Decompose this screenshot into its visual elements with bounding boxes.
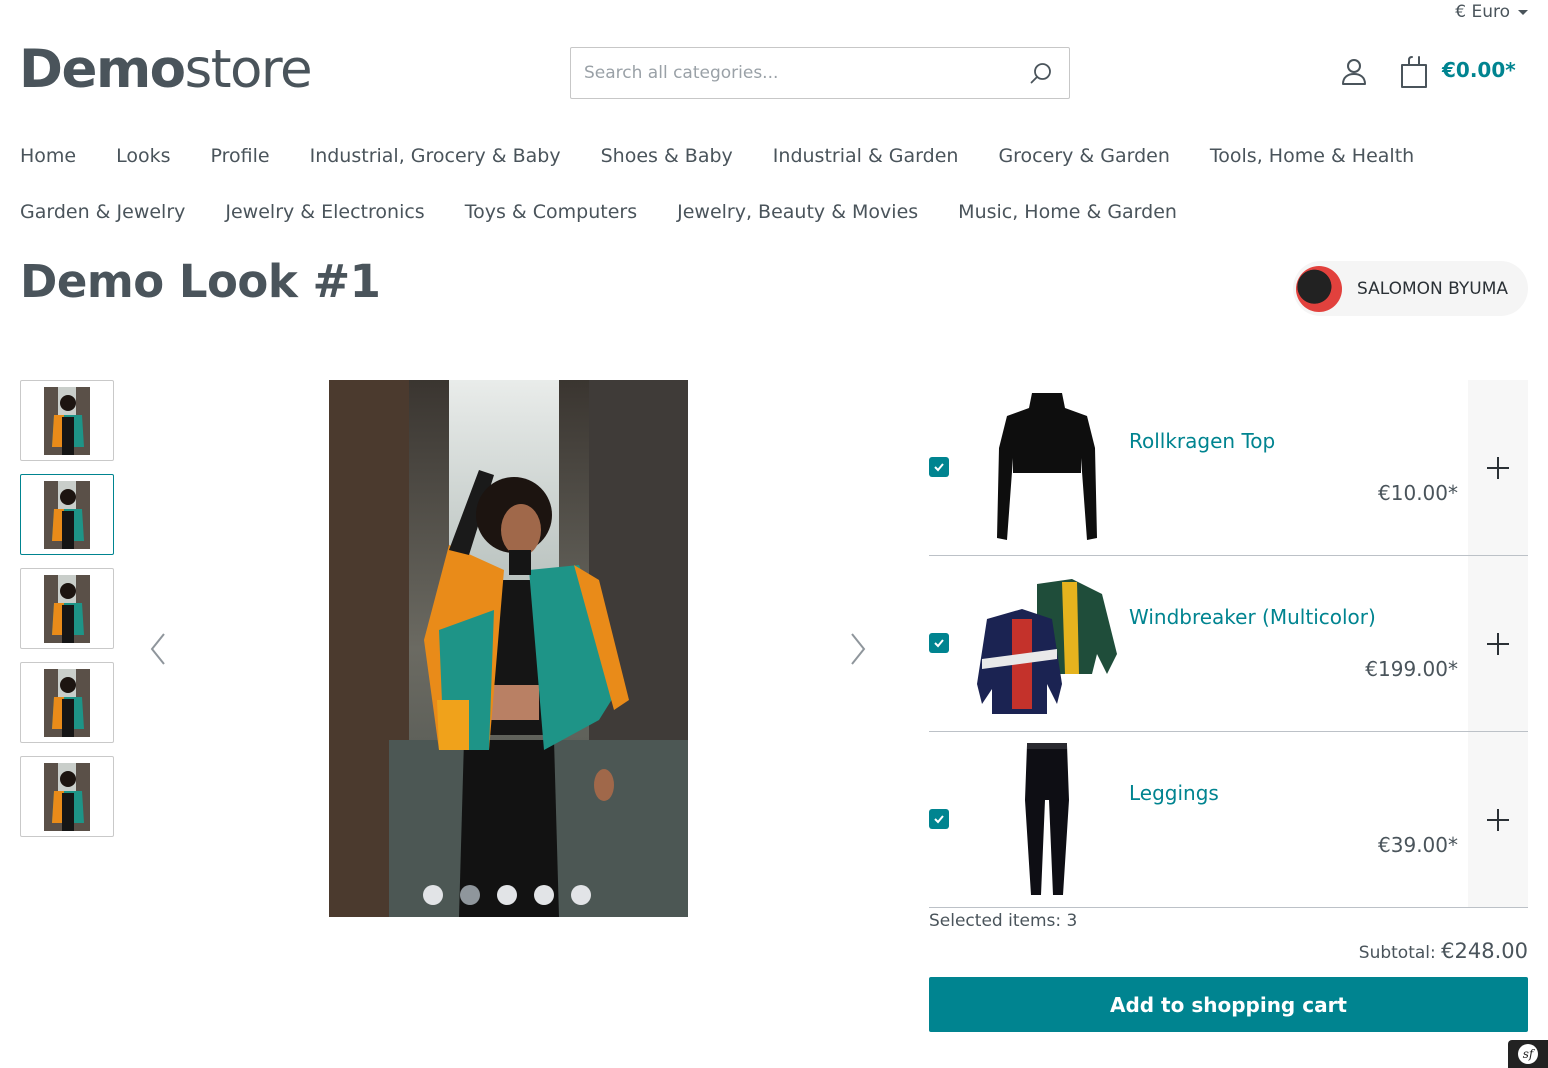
subtotal-label: Subtotal: <box>1358 943 1436 963</box>
nav-item-garden-jewelry[interactable]: Garden & Jewelry <box>20 201 185 223</box>
product-price: €10.00* <box>1378 481 1458 505</box>
plus-icon <box>1487 632 1509 655</box>
search-bar <box>570 47 1070 99</box>
nav-item-jewelry-beauty-movies[interactable]: Jewelry, Beauty & Movies <box>677 201 918 223</box>
look-main-image <box>329 380 688 917</box>
gallery-dot[interactable] <box>423 885 443 905</box>
search-input[interactable] <box>571 48 1013 98</box>
product-image-leggings[interactable] <box>977 740 1117 900</box>
symfony-toolbar-icon[interactable]: sf <box>1508 1040 1548 1068</box>
search-button[interactable] <box>1013 48 1069 98</box>
caret-down-icon <box>1518 9 1528 15</box>
product-name[interactable]: Rollkragen Top <box>1129 429 1275 453</box>
product-checkbox[interactable] <box>929 457 949 477</box>
product-row: Rollkragen Top €10.00* <box>929 380 1528 556</box>
nav-item-profile[interactable]: Profile <box>211 145 270 167</box>
add-product-button[interactable] <box>1468 380 1528 555</box>
add-to-cart-button[interactable]: Add to shopping cart <box>929 977 1528 1032</box>
product-row: Leggings €39.00* <box>929 732 1528 908</box>
thumbnail-image <box>44 668 90 737</box>
cart-icon[interactable] <box>1398 55 1430 89</box>
thumbnail-list <box>20 380 114 850</box>
plus-icon <box>1487 456 1509 479</box>
nav-item-toys-computers[interactable]: Toys & Computers <box>465 201 637 223</box>
symfony-icon: sf <box>1518 1044 1538 1064</box>
gallery-dots <box>423 885 591 905</box>
thumbnail-image <box>44 574 90 643</box>
gallery-next-arrow[interactable] <box>848 632 868 666</box>
subtotal-value: €248.00 <box>1441 939 1528 963</box>
selected-items-count: Selected items: 3 <box>929 911 1078 931</box>
gallery-thumbnail[interactable] <box>20 474 114 555</box>
check-icon <box>934 639 944 648</box>
search-icon <box>1030 63 1051 84</box>
nav-item-industrial-garden[interactable]: Industrial & Garden <box>773 145 959 167</box>
nav-item-home[interactable]: Home <box>20 145 76 167</box>
nav-item-music-home-garden[interactable]: Music, Home & Garden <box>958 201 1177 223</box>
check-icon <box>934 463 944 472</box>
thumbnail-image <box>44 762 90 831</box>
logo-light: store <box>184 39 313 100</box>
currency-selector[interactable]: € Euro <box>1455 2 1528 22</box>
logo-bold: Demo <box>19 39 186 100</box>
gallery-thumbnail[interactable] <box>20 568 114 649</box>
nav-item-industrial-grocery-baby[interactable]: Industrial, Grocery & Baby <box>310 145 561 167</box>
product-checkbox[interactable] <box>929 809 949 829</box>
product-checkbox[interactable] <box>929 633 949 653</box>
nav-item-grocery-garden[interactable]: Grocery & Garden <box>998 145 1169 167</box>
gallery-thumbnail[interactable] <box>20 662 114 743</box>
product-image-windbreaker[interactable] <box>977 564 1117 724</box>
main-navigation: Home Looks Profile Industrial, Grocery & Ba… <box>20 128 1520 240</box>
nav-item-looks[interactable]: Looks <box>116 145 170 167</box>
currency-label: € Euro <box>1455 2 1510 22</box>
avatar <box>1296 265 1342 312</box>
author-badge[interactable]: SALOMON BYUMA <box>1293 261 1528 316</box>
nav-row: Garden & Jewelry Jewelry & Electronics Toy… <box>20 184 1520 240</box>
product-row: Windbreaker (Multicolor) €199.00* <box>929 556 1528 732</box>
page-title: Demo Look #1 <box>20 255 381 308</box>
account-icon[interactable] <box>1338 56 1370 88</box>
product-price: €39.00* <box>1378 833 1458 857</box>
nav-row: Home Looks Profile Industrial, Grocery & Ba… <box>20 128 1520 184</box>
logo[interactable]: Demostore <box>19 38 313 102</box>
product-image-rollkragen-top[interactable] <box>977 388 1117 548</box>
thumbnail-image <box>44 480 90 549</box>
nav-item-jewelry-electronics[interactable]: Jewelry & Electronics <box>225 201 424 223</box>
add-product-button[interactable] <box>1468 556 1528 731</box>
gallery-thumbnail[interactable] <box>20 756 114 837</box>
gallery-thumbnail[interactable] <box>20 380 114 461</box>
product-name[interactable]: Leggings <box>1129 781 1219 805</box>
thumbnail-image <box>44 386 90 455</box>
cart-total[interactable]: €0.00* <box>1442 58 1516 82</box>
product-price: €199.00* <box>1365 657 1458 681</box>
author-name: SALOMON BYUMA <box>1357 278 1509 299</box>
product-name[interactable]: Windbreaker (Multicolor) <box>1129 605 1376 629</box>
add-product-button[interactable] <box>1468 732 1528 907</box>
look-product-list: Rollkragen Top €10.00* Windbreaker (Mult… <box>929 380 1528 908</box>
gallery-dot[interactable] <box>497 885 517 905</box>
nav-item-shoes-baby[interactable]: Shoes & Baby <box>601 145 733 167</box>
gallery-dot[interactable] <box>571 885 591 905</box>
gallery-dot[interactable] <box>460 885 480 905</box>
gallery-prev-arrow[interactable] <box>148 632 168 666</box>
plus-icon <box>1487 808 1509 831</box>
subtotal: Subtotal: €248.00 <box>1359 939 1528 963</box>
check-icon <box>934 815 944 824</box>
gallery-dot[interactable] <box>534 885 554 905</box>
nav-item-tools-home-health[interactable]: Tools, Home & Health <box>1210 145 1414 167</box>
